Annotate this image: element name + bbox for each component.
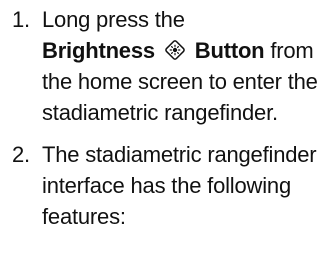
step-number: 1. [12, 7, 30, 32]
button-label: Button [194, 38, 265, 63]
instruction-step-1: 1. Long press the Brightness Button from… [0, 0, 324, 128]
step-number: 2. [12, 142, 30, 167]
step-text-before: Long press the [42, 7, 185, 32]
brightness-icon [163, 38, 187, 62]
instruction-step-2: 2. The stadiametric rangefinder interfac… [0, 139, 324, 232]
step-text: The stadiametric rangefinder interface h… [42, 142, 317, 229]
instruction-list: 1. Long press the Brightness Button from… [0, 0, 324, 232]
brightness-label: Brightness [42, 38, 155, 63]
